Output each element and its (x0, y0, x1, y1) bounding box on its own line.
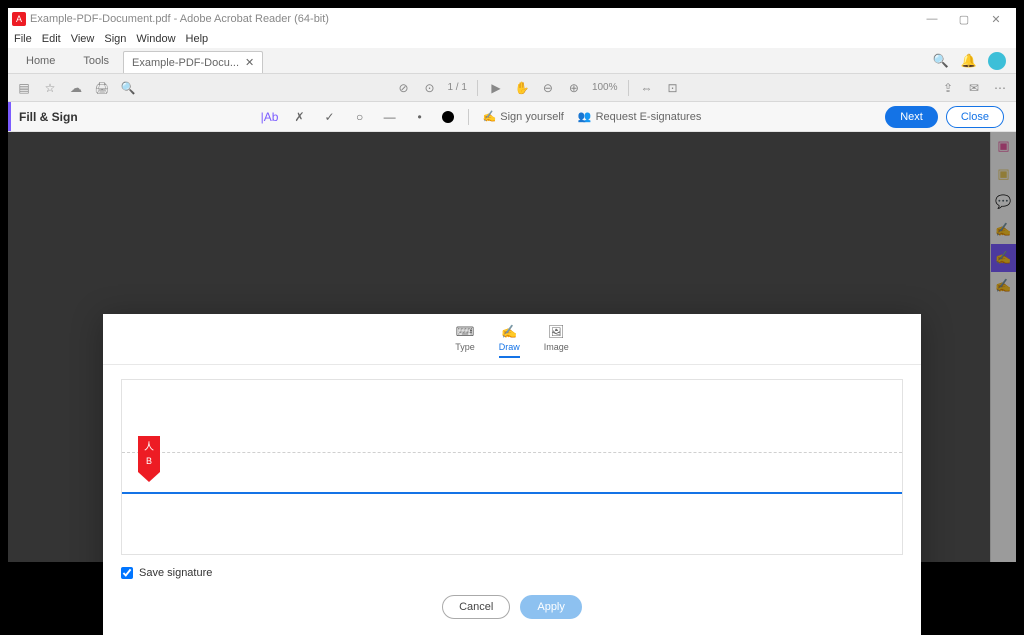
print-icon[interactable]: 🖨 (94, 80, 110, 96)
sign-yourself-button[interactable]: ✍ Sign yourself (483, 110, 564, 123)
star-icon[interactable]: ☆ (42, 80, 58, 96)
svg-text:B: B (146, 456, 152, 466)
window-title: Example-PDF-Document.pdf - Adobe Acrobat… (30, 13, 916, 25)
menubar: File Edit View Sign Window Help (8, 30, 1016, 48)
page-count: 1 / 1 (447, 82, 466, 93)
save-signature-row: Save signature (103, 557, 921, 589)
modal-actions: Cancel Apply (103, 589, 921, 635)
search-tool-icon[interactable]: 🔍 (120, 80, 136, 96)
color-dot-icon[interactable] (442, 111, 454, 123)
maximize-button[interactable]: ▢ (948, 8, 980, 30)
signature-icon: ✍ (483, 110, 497, 123)
keyboard-icon: ⌨ (456, 324, 475, 340)
line-tool-icon[interactable]: — (382, 109, 398, 125)
menu-edit[interactable]: Edit (42, 33, 61, 45)
titlebar: A Example-PDF-Document.pdf - Adobe Acrob… (8, 8, 1016, 30)
share-icon[interactable]: ⇪ (940, 80, 956, 96)
hand-tool-icon[interactable]: ✋ (514, 80, 530, 96)
tab-tools[interactable]: Tools (69, 48, 123, 73)
close-tab-icon[interactable]: ✕ (245, 56, 254, 69)
sidebar-toggle-icon[interactable]: ▤ (16, 80, 32, 96)
signature-canvas[interactable]: 人 B (121, 379, 903, 555)
menu-sign[interactable]: Sign (104, 33, 126, 45)
cloud-icon[interactable]: ☁ (68, 80, 84, 96)
document-tab[interactable]: Example-PDF-Docu... ✕ (123, 51, 263, 73)
request-signatures-button[interactable]: 👥 Request E-signatures (578, 110, 701, 123)
zoom-out-icon[interactable]: ⊖ (540, 80, 556, 96)
signature-baseline (122, 492, 902, 494)
svg-text:人: 人 (144, 441, 154, 453)
read-mode-icon[interactable]: ⊡ (665, 80, 681, 96)
divider (468, 109, 469, 125)
prev-page-icon[interactable]: ⊘ (395, 80, 411, 96)
signature-modal: ⌨ Type ✍ Draw 🖼 Image (103, 314, 921, 635)
fill-sign-title: Fill & Sign (11, 110, 78, 124)
fit-width-icon[interactable]: ⇔ (639, 80, 655, 96)
document-tab-label: Example-PDF-Docu... (132, 57, 239, 69)
acrobat-icon: A (12, 12, 26, 26)
guide-line (122, 452, 902, 453)
tab-image[interactable]: 🖼 Image (544, 324, 569, 358)
people-icon: 👥 (578, 110, 592, 123)
text-tool-icon[interactable]: |Ab (262, 109, 278, 125)
next-page-icon[interactable]: ⊙ (421, 80, 437, 96)
minimize-button[interactable]: — (916, 8, 948, 30)
zoom-in-icon[interactable]: ⊕ (566, 80, 582, 96)
menu-help[interactable]: Help (186, 33, 209, 45)
search-icon[interactable]: 🔍 (932, 52, 950, 70)
circle-tool-icon[interactable]: ○ (352, 109, 368, 125)
image-icon: 🖼 (548, 324, 565, 340)
pen-icon: ✍ (501, 324, 517, 340)
close-window-button[interactable]: ✕ (980, 8, 1012, 30)
tab-home[interactable]: Home (12, 48, 69, 73)
app-window: A Example-PDF-Document.pdf - Adobe Acrob… (8, 8, 1016, 562)
menu-view[interactable]: View (71, 33, 95, 45)
modal-tabs: ⌨ Type ✍ Draw 🖼 Image (103, 314, 921, 365)
separator (628, 80, 629, 96)
tabbar: Home Tools Example-PDF-Docu... ✕ 🔍 🔔 (8, 48, 1016, 74)
select-tool-icon[interactable]: ▶ (488, 80, 504, 96)
menu-file[interactable]: File (14, 33, 32, 45)
save-signature-checkbox[interactable] (121, 567, 133, 579)
zoom-level[interactable]: 100% (592, 82, 618, 93)
next-button[interactable]: Next (885, 106, 938, 128)
document-area: ▣ ▣ 💬 ✍ ✍ ✍ ⌨ Type ✍ Draw 🖼 Image (8, 132, 1016, 562)
separator (477, 80, 478, 96)
sign-here-marker: 人 B (138, 436, 160, 482)
signature-canvas-wrap: 人 B (103, 365, 921, 557)
close-button[interactable]: Close (946, 106, 1004, 128)
main-toolbar: ▤ ☆ ☁ 🖨 🔍 ⊘ ⊙ 1 / 1 ▶ ✋ ⊖ ⊕ 100% ⇔ ⊡ ⇪ ✉… (8, 74, 1016, 102)
tab-type[interactable]: ⌨ Type (455, 324, 475, 358)
check-mark-icon[interactable]: ✓ (322, 109, 338, 125)
bell-icon[interactable]: 🔔 (960, 52, 978, 70)
menu-window[interactable]: Window (136, 33, 175, 45)
cancel-button[interactable]: Cancel (442, 595, 510, 619)
mail-icon[interactable]: ✉ (966, 80, 982, 96)
more-icon[interactable]: ⋯ (992, 80, 1008, 96)
save-signature-label: Save signature (139, 567, 212, 579)
tab-draw[interactable]: ✍ Draw (499, 324, 520, 358)
fill-sign-bar: Fill & Sign |Ab ✗ ✓ ○ — • ✍ Sign yoursel… (8, 102, 1016, 132)
profile-avatar[interactable] (988, 52, 1006, 70)
tabbar-right: 🔍 🔔 (932, 48, 1016, 73)
dot-tool-icon[interactable]: • (412, 109, 428, 125)
x-mark-icon[interactable]: ✗ (292, 109, 308, 125)
apply-button[interactable]: Apply (520, 595, 582, 619)
